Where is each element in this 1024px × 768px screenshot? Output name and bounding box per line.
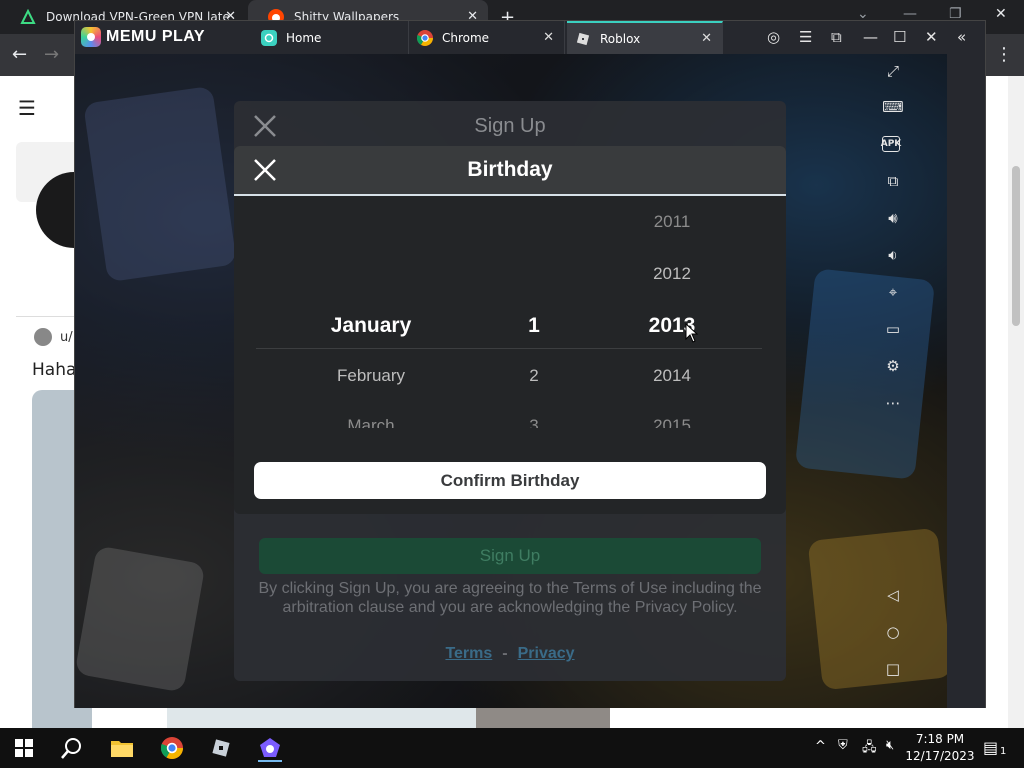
signup-button[interactable]: Sign Up xyxy=(259,538,761,574)
post-title[interactable]: Haha xyxy=(32,360,76,380)
memu-logo: MEMU PLAY xyxy=(81,27,205,47)
scrollbar-thumb[interactable] xyxy=(1012,166,1020,326)
notification-icon[interactable]: ▤ xyxy=(983,738,998,757)
year-option[interactable]: 2012 xyxy=(632,264,712,284)
mouse-cursor-icon xyxy=(685,323,699,343)
settings-gear-icon[interactable]: ⚙ xyxy=(882,355,904,377)
close-window-icon[interactable]: ✕ xyxy=(995,6,1007,22)
background-tile xyxy=(794,268,936,480)
memu-tab-chrome[interactable]: Chrome ✕ xyxy=(409,21,565,54)
username[interactable]: u/ xyxy=(60,330,73,345)
home-circle-icon[interactable]: ○ xyxy=(882,621,904,643)
day-option[interactable]: 2 xyxy=(504,366,564,386)
memu-icon[interactable] xyxy=(258,736,282,762)
chrome-icon xyxy=(417,29,433,46)
fullscreen-icon[interactable]: ⤢ xyxy=(882,60,904,82)
close-icon[interactable]: ✕ xyxy=(701,31,712,46)
apk-icon[interactable]: APK xyxy=(881,136,901,152)
forward-arrow-icon[interactable]: → xyxy=(44,44,59,65)
date-picker: January February March 1 2 3 2011 2012 2… xyxy=(254,206,766,428)
security-icon[interactable]: ⛨ xyxy=(838,738,848,753)
divider xyxy=(16,316,76,317)
legal-text: By clicking Sign Up, you are agreeing to… xyxy=(258,580,762,616)
scrollbar[interactable] xyxy=(1008,76,1024,728)
year-wheel[interactable]: 2011 2012 2013 2014 2015 xyxy=(632,206,712,428)
signup-title: Sign Up xyxy=(474,115,546,137)
clock[interactable]: 7:18 PM 12/17/2023 xyxy=(905,731,975,765)
more-icon[interactable]: ⋯ xyxy=(882,392,904,414)
month-option[interactable]: February xyxy=(291,366,451,386)
account-icon[interactable]: ◎ xyxy=(767,28,780,46)
volume-up-icon[interactable]: 🔊︎ xyxy=(882,207,904,229)
menu-icon[interactable]: ☰ xyxy=(799,28,812,46)
windows-start-icon[interactable] xyxy=(12,736,36,760)
close-icon[interactable]: ✕ xyxy=(543,30,554,45)
screen-icon[interactable]: ⧉ xyxy=(831,28,842,46)
link-separator: - xyxy=(502,645,508,662)
folder-icon[interactable]: ▭ xyxy=(882,318,904,340)
signup-header: Sign Up xyxy=(234,101,786,149)
roblox-icon xyxy=(575,31,591,47)
memu-logo-icon xyxy=(81,27,101,47)
year-option[interactable]: 2015 xyxy=(632,416,712,428)
memu-home-icon xyxy=(261,29,277,46)
minimize-icon[interactable]: — xyxy=(863,28,878,46)
android-icon xyxy=(20,9,36,25)
menu-icon[interactable]: ☰ xyxy=(18,96,36,120)
year-selected[interactable]: 2013 xyxy=(632,314,712,338)
month-wheel[interactable]: January February March xyxy=(291,206,451,428)
volume-down-icon[interactable]: 🔉︎ xyxy=(882,244,904,266)
birthday-dialog: Birthday January February March 1 2 3 20… xyxy=(234,146,786,514)
year-option[interactable]: 2011 xyxy=(632,212,712,232)
keyboard-icon[interactable]: ⌨ xyxy=(882,96,904,118)
post-image-strip xyxy=(476,708,610,728)
selection-divider xyxy=(256,348,762,349)
terms-link[interactable]: Terms xyxy=(445,645,492,662)
chrome-icon[interactable] xyxy=(160,736,184,760)
collapse-sidebar-icon[interactable]: « xyxy=(957,28,966,46)
memu-sidebar xyxy=(947,54,985,708)
more-vert-icon[interactable]: ⋮ xyxy=(995,44,1013,65)
back-arrow-icon[interactable]: ← xyxy=(12,44,27,65)
date-text: 12/17/2023 xyxy=(905,749,975,763)
search-icon[interactable] xyxy=(60,736,84,760)
day-option[interactable]: 3 xyxy=(504,416,564,428)
recents-square-icon[interactable]: □ xyxy=(882,658,904,680)
multi-window-icon[interactable]: ⧉ xyxy=(882,170,904,192)
memu-tab-roblox[interactable]: Roblox ✕ xyxy=(567,21,723,54)
birthday-title: Birthday xyxy=(467,158,553,181)
legal-links: Terms - Privacy xyxy=(234,645,786,663)
notification-badge: 1 xyxy=(998,746,1009,757)
background-tile xyxy=(83,85,237,283)
chevron-up-icon[interactable]: ^ xyxy=(815,739,826,754)
time-text: 7:18 PM xyxy=(915,732,965,746)
memu-tab-home[interactable]: Home xyxy=(253,21,409,54)
day-wheel[interactable]: 1 2 3 xyxy=(504,206,564,428)
birthday-header: Birthday xyxy=(234,146,786,196)
roblox-icon[interactable] xyxy=(209,736,233,760)
back-triangle-icon[interactable]: ◁ xyxy=(882,584,904,606)
confirm-birthday-button[interactable]: Confirm Birthday xyxy=(254,462,766,499)
month-selected[interactable]: January xyxy=(291,314,451,338)
day-selected[interactable]: 1 xyxy=(504,314,564,338)
avatar xyxy=(34,328,52,346)
volume-muted-icon[interactable]: 🔇︎ xyxy=(886,738,894,753)
month-option[interactable]: March xyxy=(291,416,451,428)
background-tile xyxy=(75,545,206,693)
file-explorer-icon[interactable] xyxy=(110,736,134,760)
background-tile xyxy=(807,527,947,691)
maximize-icon[interactable]: ☐ xyxy=(893,28,906,46)
location-icon[interactable]: ⌖ xyxy=(882,281,904,303)
close-window-icon[interactable]: ✕ xyxy=(925,28,938,46)
privacy-link[interactable]: Privacy xyxy=(518,645,575,662)
network-icon[interactable]: 🖧︎ xyxy=(862,738,877,760)
year-option[interactable]: 2014 xyxy=(632,366,712,386)
memu-titlebar: MEMU PLAY Home Chrome ✕ Roblox ✕ ◎ ☰ ⧉ —… xyxy=(75,21,985,54)
post-image-strip xyxy=(167,708,476,728)
